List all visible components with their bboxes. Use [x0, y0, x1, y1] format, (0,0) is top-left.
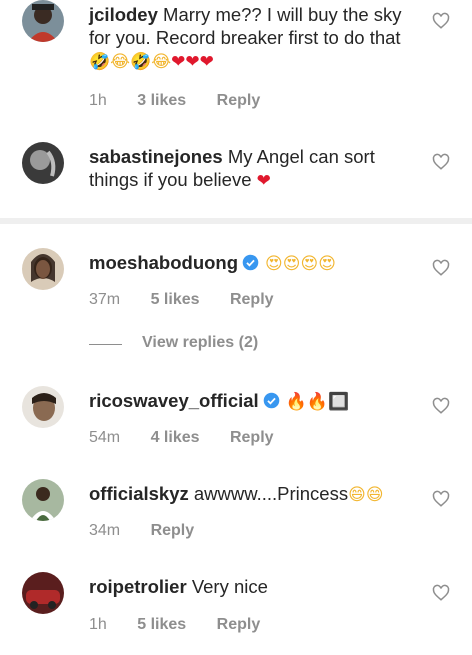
emoji: 🔥 — [285, 392, 307, 412]
comment-username[interactable]: sabastinejones — [89, 146, 223, 167]
emoji: 😄 — [348, 485, 366, 505]
comment-time: 34m — [89, 522, 121, 539]
emoji: 😄 — [365, 485, 384, 505]
emoji: 😍 — [318, 254, 336, 274]
emoji: ❤ — [185, 52, 200, 72]
section-divider — [0, 218, 472, 224]
emoji: 🔲 — [328, 392, 350, 412]
emoji: 🔥 — [306, 392, 329, 412]
emoji: ❤ — [256, 171, 271, 191]
likes-count[interactable]: 5 likes — [151, 291, 200, 308]
emoji: 🤣 — [130, 52, 152, 72]
emoji: 😂 — [110, 52, 131, 72]
reply-button[interactable]: Reply — [217, 92, 261, 109]
avatar[interactable] — [22, 572, 64, 614]
avatar[interactable] — [22, 142, 64, 184]
avatar-image — [22, 0, 64, 42]
comment-username[interactable]: officialskyz — [89, 483, 189, 504]
likes-count[interactable]: 4 likes — [151, 429, 200, 446]
avatar[interactable] — [22, 248, 64, 290]
comment-time: 54m — [89, 429, 121, 446]
avatar[interactable] — [22, 386, 64, 428]
heart-outline-icon[interactable] — [432, 584, 450, 602]
avatar-image — [22, 572, 64, 614]
emoji: 😍 — [282, 254, 301, 274]
avatar-image — [22, 142, 64, 184]
comment-body: roipetrolier Very nice — [89, 575, 420, 598]
reply-button[interactable]: Reply — [217, 616, 261, 633]
comment-username[interactable]: moeshaboduong — [89, 252, 238, 273]
avatar[interactable] — [22, 0, 64, 42]
comment-meta: 1h 3 likes Reply — [89, 92, 286, 110]
heart-outline-icon[interactable] — [432, 397, 450, 415]
avatar-image — [22, 479, 64, 521]
comment-meta: 34m Reply — [89, 522, 220, 540]
reply-button[interactable]: Reply — [230, 291, 274, 308]
emoji: 😍 — [265, 254, 283, 274]
verified-badge-icon — [263, 392, 279, 409]
reply-button[interactable]: Reply — [230, 429, 274, 446]
comment-text: awwww....Princess — [193, 483, 349, 504]
heart-outline-icon[interactable] — [432, 12, 450, 30]
comment-time: 1h — [89, 92, 107, 109]
comment-meta: 54m 4 likes Reply — [89, 429, 300, 447]
emoji: ❤ — [199, 52, 214, 72]
avatar-image — [22, 248, 64, 290]
likes-count[interactable]: 5 likes — [137, 616, 186, 633]
comment-body: sabastinejones My Angel can sort things … — [89, 145, 420, 193]
heart-outline-icon[interactable] — [432, 153, 450, 171]
avatar-image — [22, 386, 64, 428]
avatar[interactable] — [22, 479, 64, 521]
comment-username[interactable]: roipetrolier — [89, 576, 187, 597]
comment-username[interactable]: ricoswavey_official — [89, 390, 259, 411]
emoji: 😍 — [300, 254, 319, 274]
comment-meta: 37m 5 likes Reply — [89, 291, 300, 309]
likes-count[interactable]: 3 likes — [137, 92, 186, 109]
comment-meta: 1h 5 likes Reply — [89, 616, 286, 634]
emoji: 😂 — [151, 52, 172, 72]
view-replies-line — [89, 344, 122, 345]
reply-button[interactable]: Reply — [151, 522, 195, 539]
comment-body: officialskyz awwww....Princess😄😄 — [89, 482, 420, 507]
view-replies-button[interactable]: View replies (2) — [142, 334, 258, 352]
comment-username[interactable]: jcilodey — [89, 4, 158, 25]
comment-body: moeshaboduong 😍😍😍😍 — [89, 251, 420, 276]
heart-outline-icon[interactable] — [432, 490, 450, 508]
comment-time: 37m — [89, 291, 121, 308]
comment-time: 1h — [89, 616, 107, 633]
verified-badge-icon — [242, 254, 259, 271]
comment-text: Very nice — [191, 576, 268, 597]
emoji: 🤣 — [89, 52, 111, 72]
emoji: ❤ — [171, 52, 186, 72]
comment-body: ricoswavey_official 🔥🔥🔲 — [89, 389, 420, 414]
comment-body: jcilodey Marry me?? I will buy the sky f… — [89, 3, 420, 74]
heart-outline-icon[interactable] — [432, 259, 450, 277]
